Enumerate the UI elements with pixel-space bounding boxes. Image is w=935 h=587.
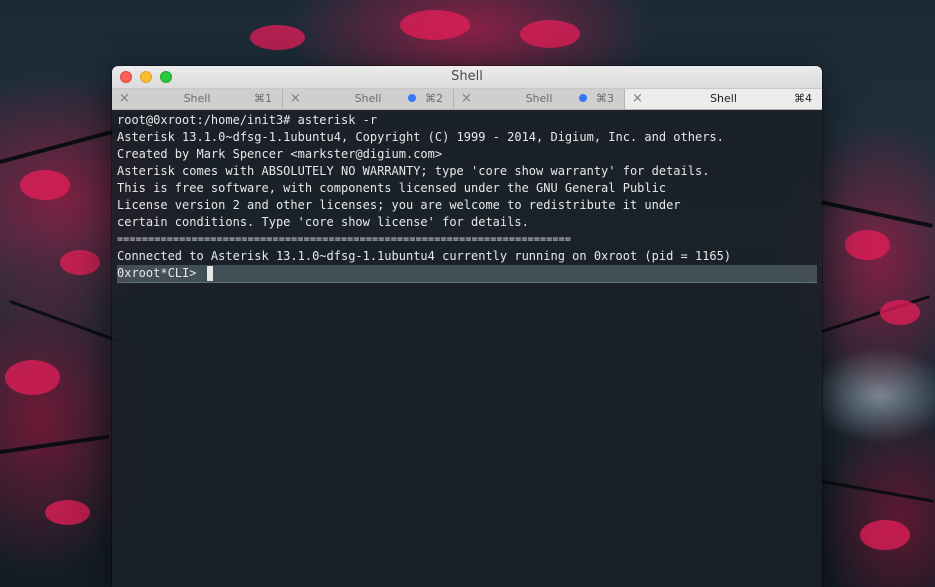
cli-prompt: 0xroot*CLI>: [117, 266, 204, 280]
tab-shortcut: ⌘2: [425, 92, 443, 105]
terminal-line: License version 2 and other licenses; yo…: [117, 198, 681, 212]
terminal-line: Asterisk comes with ABSOLUTELY NO WARRAN…: [117, 164, 710, 178]
text-cursor: [207, 266, 213, 281]
wallpaper-foliage: [250, 25, 305, 50]
wallpaper-branch: [9, 300, 124, 344]
tab-1[interactable]: × Shell ⌘1: [112, 89, 283, 109]
wallpaper-foliage: [20, 170, 70, 200]
wallpaper-foliage: [880, 300, 920, 325]
terminal-content[interactable]: root@0xroot:/home/init3# asterisk -r Ast…: [112, 110, 822, 587]
tab-bar: × Shell ⌘1 × Shell ⌘2 × Shell ⌘3 × Shell…: [112, 89, 822, 110]
terminal-line: Connected to Asterisk 13.1.0~dfsg-1.1ubu…: [117, 249, 732, 263]
title-bar[interactable]: Shell: [112, 66, 822, 89]
terminal-line: certain conditions. Type 'core show lice…: [117, 215, 529, 229]
tab-shortcut: ⌘4: [794, 92, 812, 105]
wallpaper-foliage: [845, 230, 890, 260]
terminal-line: Created by Mark Spencer <markster@digium…: [117, 147, 443, 161]
tab-4[interactable]: × Shell ⌘4: [625, 89, 822, 109]
tab-2[interactable]: × Shell ⌘2: [283, 89, 454, 109]
activity-dot-icon: [579, 94, 587, 102]
wallpaper-foliage: [520, 20, 580, 48]
tab-shortcut: ⌘1: [254, 92, 272, 105]
wallpaper-branch: [0, 434, 110, 454]
wallpaper-foliage: [400, 10, 470, 40]
tab-3[interactable]: × Shell ⌘3: [454, 89, 625, 109]
tab-title: Shell: [710, 92, 737, 105]
wallpaper-foliage: [860, 520, 910, 550]
wallpaper-foliage: [5, 360, 60, 395]
terminal-window[interactable]: Shell × Shell ⌘1 × Shell ⌘2 × Shell ⌘3 ×…: [112, 66, 822, 587]
wallpaper-branch: [821, 480, 934, 503]
wallpaper-branch: [819, 200, 933, 228]
tab-shortcut: ⌘3: [596, 92, 614, 105]
wallpaper-foliage: [45, 500, 90, 525]
terminal-line: This is free software, with components l…: [117, 181, 667, 195]
terminal-line: root@0xroot:/home/init3# asterisk -r: [117, 113, 378, 127]
cli-prompt-row[interactable]: 0xroot*CLI>: [117, 265, 817, 283]
window-title: Shell: [451, 69, 483, 84]
terminal-separator-line: ========================================…: [117, 234, 572, 245]
terminal-line: Asterisk 13.1.0~dfsg-1.1ubuntu4, Copyrig…: [117, 130, 724, 144]
activity-dot-icon: [408, 94, 416, 102]
wallpaper-foliage: [60, 250, 100, 275]
